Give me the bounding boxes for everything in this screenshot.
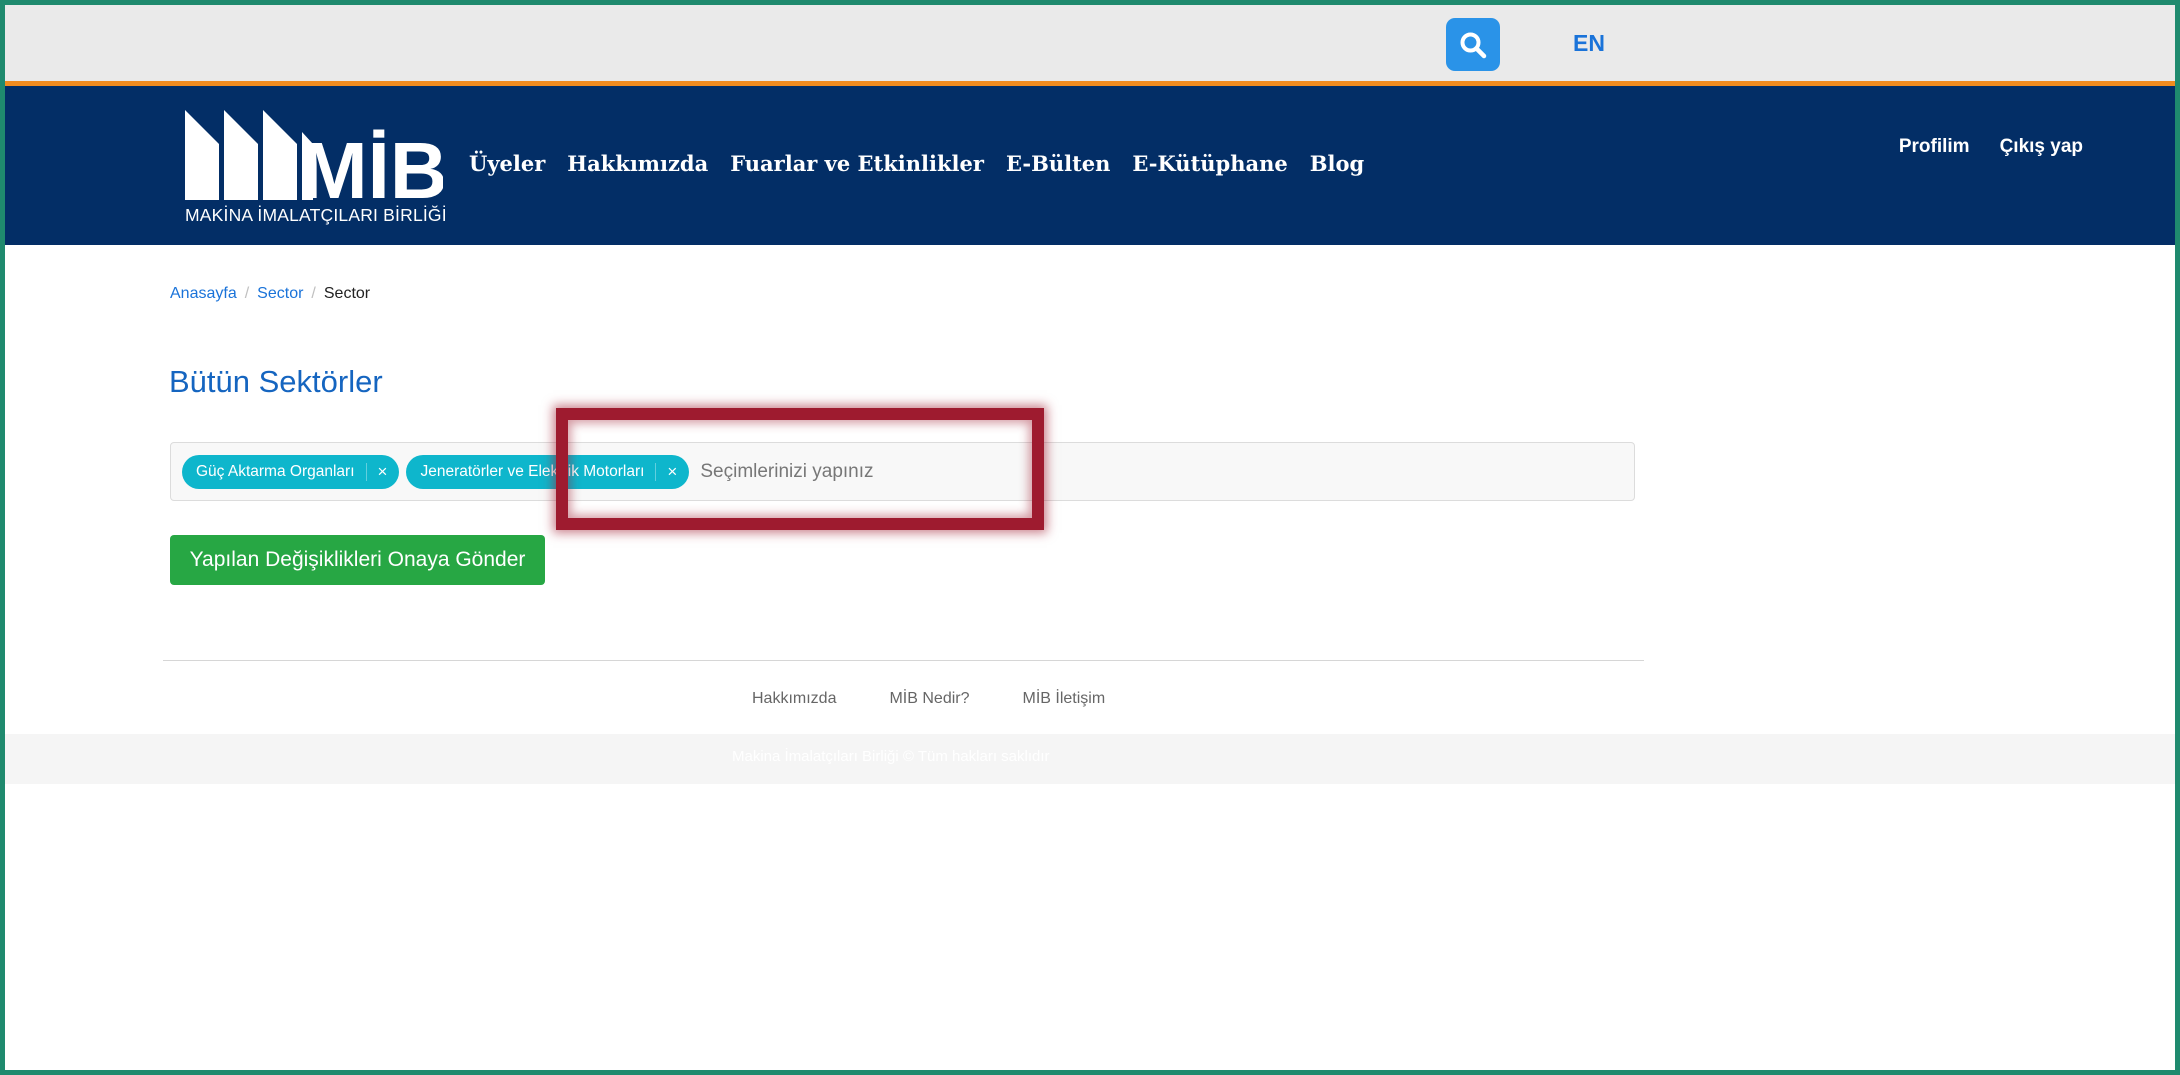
logout-link[interactable]: Çıkış yap [2000,136,2083,158]
breadcrumb-sector[interactable]: Sector [257,285,303,303]
svg-text:MİB: MİB [301,126,443,202]
selected-tag: Jeneratörler ve Elektrik Motorları × [406,454,690,489]
search-icon [1460,32,1487,58]
breadcrumb-home[interactable]: Anasayfa [170,285,237,303]
breadcrumb-separator: / [244,285,250,302]
nav-item-blog[interactable]: Blog [1310,151,1364,176]
submit-changes-button[interactable]: Yapılan Değişiklikleri Onaya Gönder [170,535,545,585]
remove-tag-icon[interactable]: × [367,462,400,482]
main-navbar: MİB MAKİNA İMALATÇILARI BİRLİĞİ Üyeler H… [5,86,2175,245]
copyright-text: Makina İmalatçıları Birliği © Tüm haklar… [732,748,1050,765]
breadcrumb: Anasayfa / Sector / Sector [170,285,370,303]
remove-tag-icon[interactable]: × [656,462,689,482]
sector-search-input[interactable] [698,459,1303,484]
nav-item-uyeler[interactable]: Üyeler [469,151,545,176]
footer-link-what-is-mib[interactable]: MİB Nedir? [889,690,969,708]
tag-label: Güç Aktarma Organları [196,462,355,480]
logo-mark: MİB [185,110,448,215]
copyright-bar: Makina İmalatçıları Birliği © Tüm haklar… [5,734,2175,784]
nav-item-ebulten[interactable]: E-Bülten [1006,151,1110,176]
tag-label: Jeneratörler ve Elektrik Motorları [420,462,645,480]
nav-menu: Üyeler Hakkımızda Fuarlar ve Etkinlikler… [469,151,1364,176]
page-title: Bütün Sektörler [169,364,383,399]
sector-multiselect[interactable]: Güç Aktarma Organları × Jeneratörler ve … [170,442,1635,501]
selected-tag: Güç Aktarma Organları × [182,454,400,489]
search-button[interactable] [1446,18,1500,71]
footer-link-about[interactable]: Hakkımızda [752,690,836,708]
footer-link-contact[interactable]: MİB İletişim [1023,690,1106,708]
nav-item-hakkimizda[interactable]: Hakkımızda [567,151,708,176]
footer-divider [163,660,1644,661]
top-utility-bar: EN [5,5,2175,86]
mib-logo[interactable]: MİB MAKİNA İMALATÇILARI BİRLİĞİ [183,102,448,232]
language-switch[interactable]: EN [1573,30,1605,57]
footer-links: Hakkımızda MİB Nedir? MİB İletişim [752,690,1105,708]
profile-link[interactable]: Profilim [1899,136,1970,158]
logo-subtitle: MAKİNA İMALATÇILARI BİRLİĞİ [185,205,447,225]
user-menu: Profilim Çıkış yap [1899,136,2083,158]
nav-item-ekutuphane[interactable]: E-Kütüphane [1132,151,1287,176]
nav-item-fuarlar[interactable]: Fuarlar ve Etkinlikler [730,151,984,176]
breadcrumb-separator: / [311,285,316,302]
breadcrumb-current: Sector [323,285,371,302]
